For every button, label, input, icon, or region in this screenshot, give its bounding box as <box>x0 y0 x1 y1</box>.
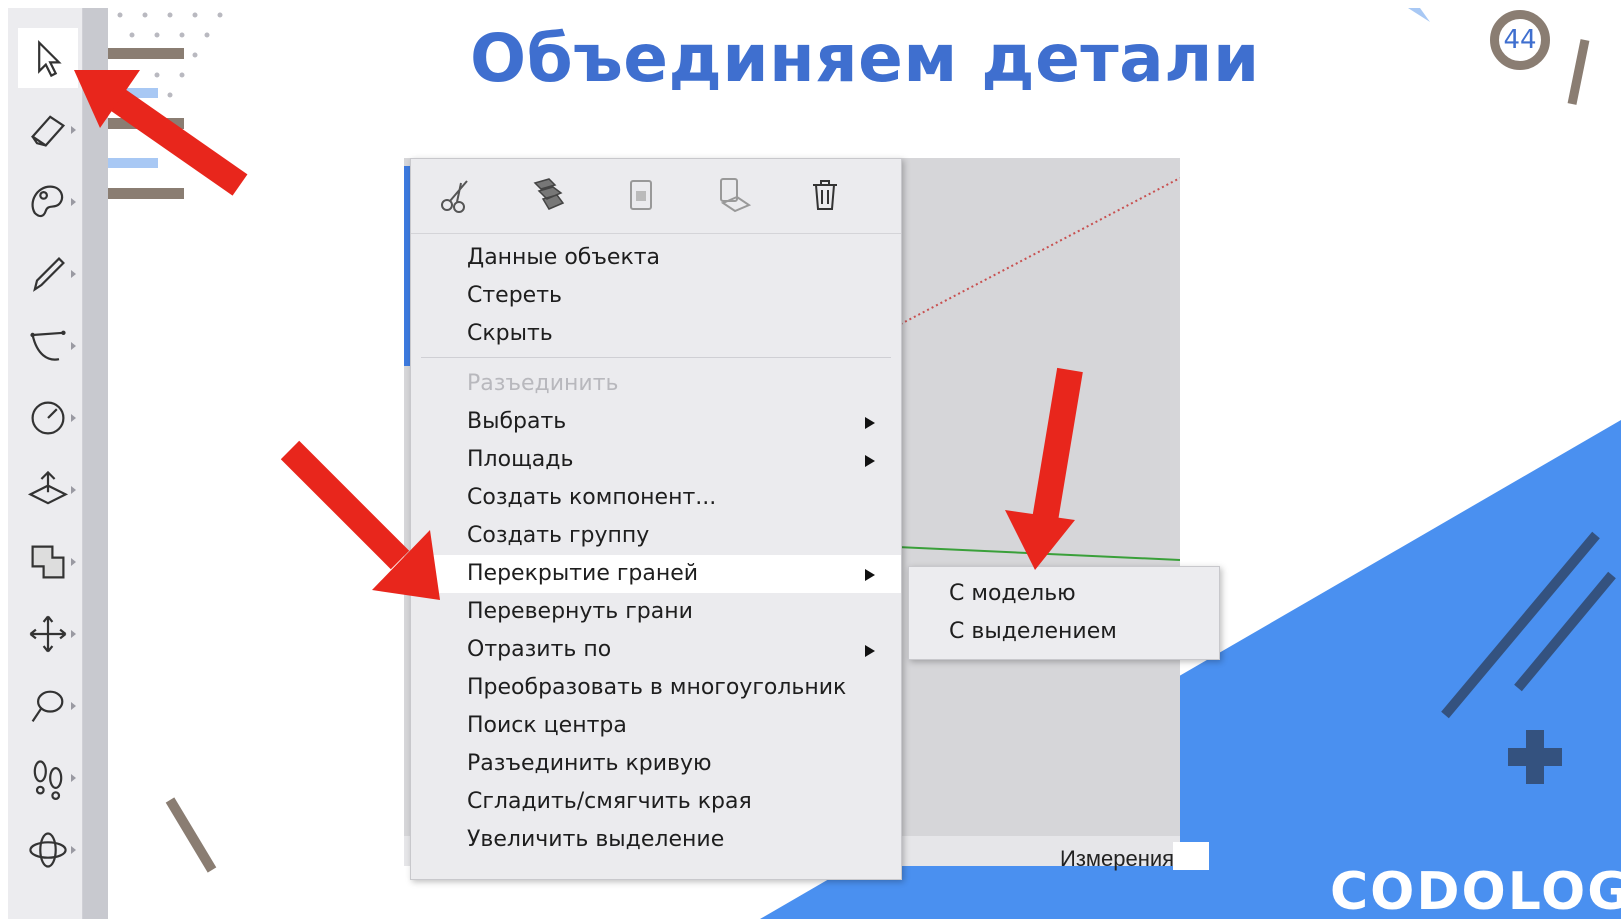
red-arrow-toolbar <box>74 70 248 196</box>
red-arrow-menu <box>280 440 440 600</box>
brand-logo: CODOLOGIA <box>1330 862 1621 922</box>
annotation-arrows <box>74 70 1083 600</box>
red-arrow-submenu <box>1005 367 1083 570</box>
